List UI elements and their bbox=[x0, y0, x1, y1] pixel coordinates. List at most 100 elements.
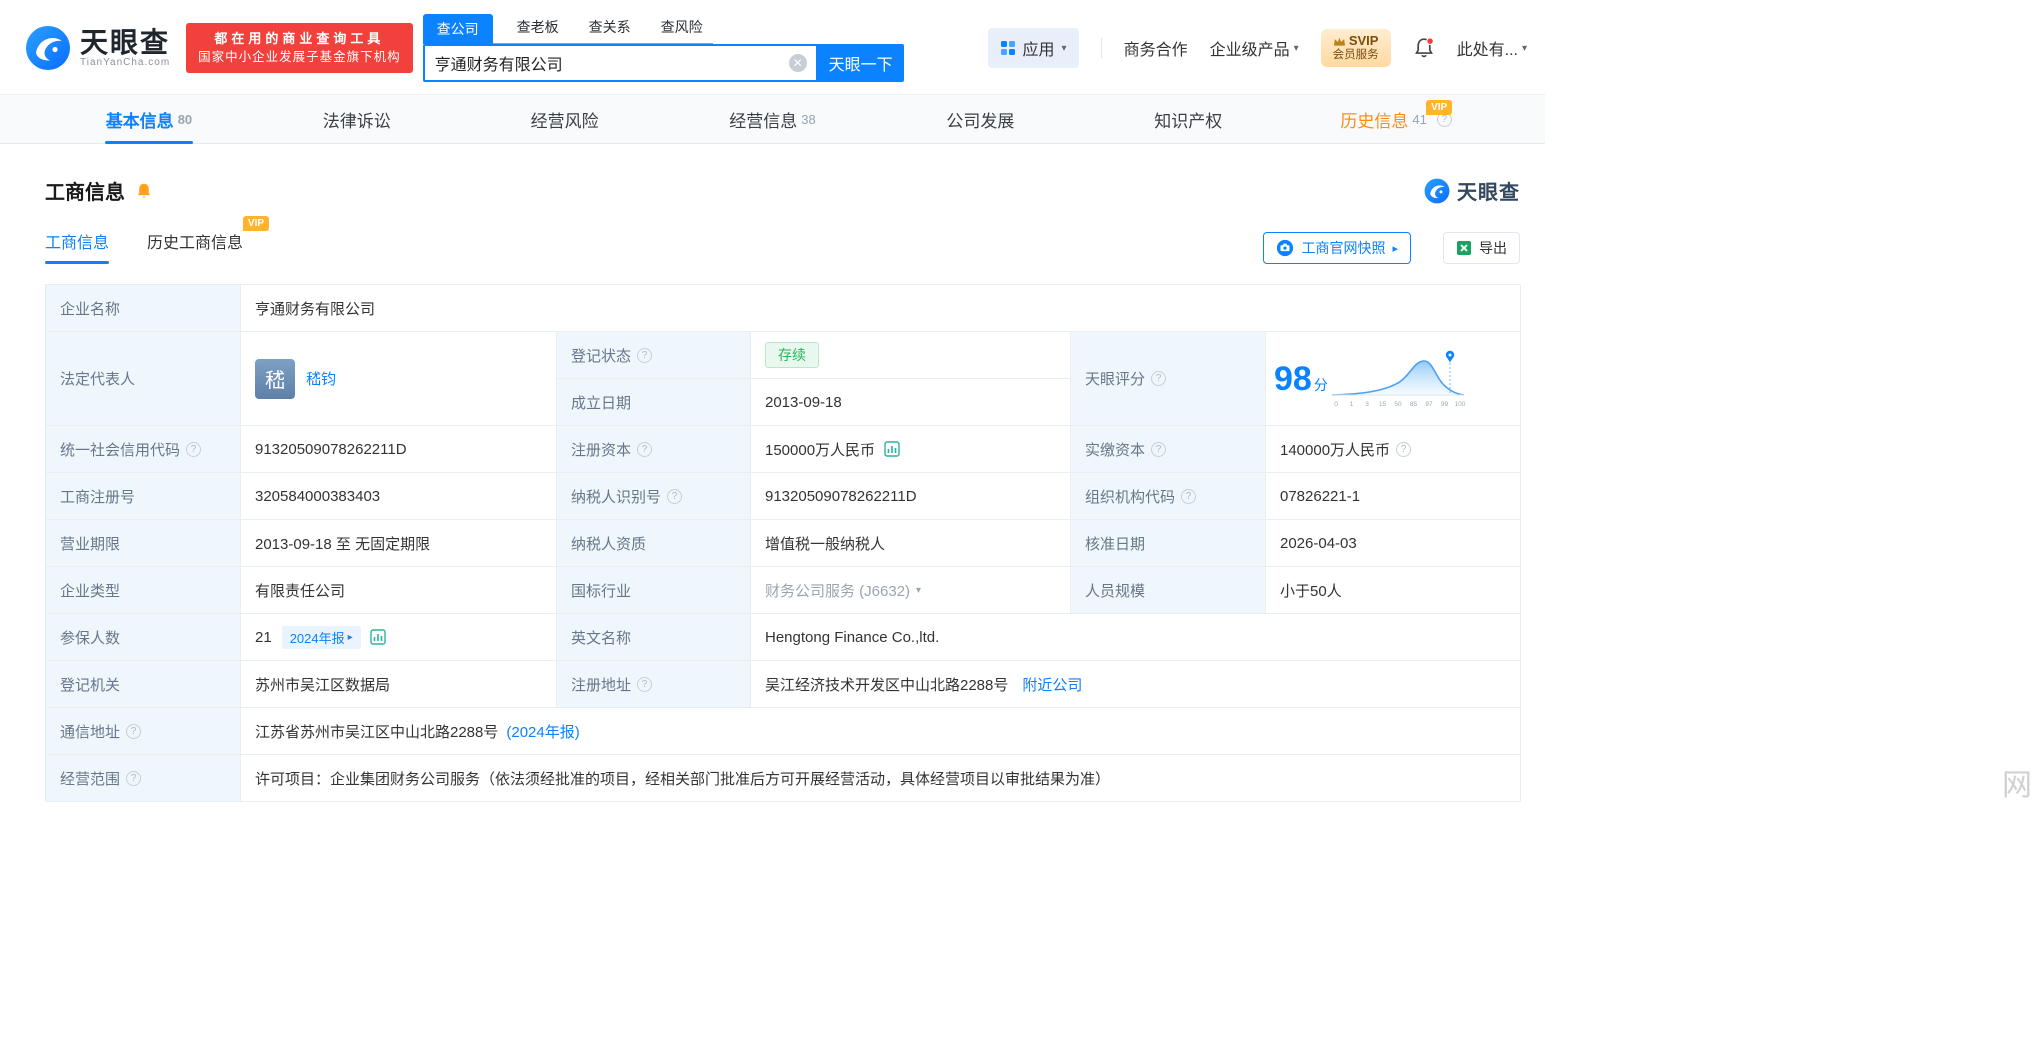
value-company-name: 亨通财务有限公司 bbox=[241, 285, 1521, 332]
help-icon[interactable]: ? bbox=[126, 770, 142, 786]
svip-sub-label: 会员服务 bbox=[1332, 48, 1379, 61]
help-icon[interactable]: ? bbox=[186, 441, 202, 457]
apps-grid-icon bbox=[1000, 41, 1015, 55]
value-registration-authority: 苏州市吴江区数据局 bbox=[241, 661, 557, 708]
label-company-type: 企业类型 bbox=[46, 567, 241, 614]
search-tabs: 查公司 查老板 查关系 查风险 bbox=[422, 14, 904, 44]
value-insured-count: 21 2024年报 ▸ bbox=[241, 614, 557, 661]
value-registration-number: 320584000383403 bbox=[241, 473, 557, 520]
label-registration-number: 工商注册号 bbox=[46, 473, 241, 520]
label-taxpayer-quality: 纳税人资质 bbox=[557, 520, 751, 567]
value-mailing-address: 江苏省苏州市吴江区中山北路2288号 (2024年报) bbox=[241, 708, 1521, 755]
image-watermark: 网 bbox=[2002, 769, 2032, 802]
subtab-history-business-info[interactable]: VIP 历史工商信息 bbox=[147, 216, 270, 264]
value-organization-code: 07826221-1 bbox=[1266, 473, 1521, 520]
tianyancha-page: 天眼查 TianYanCha.com 都在用的商业查询工具 国家中小企业发展子基… bbox=[0, 0, 1545, 802]
help-icon[interactable]: ? bbox=[1151, 441, 1167, 457]
chevron-down-icon: ▾ bbox=[1061, 42, 1067, 54]
nav-cooperation[interactable]: 商务合作 bbox=[1124, 36, 1188, 60]
apps-button[interactable]: 应用 ▾ bbox=[987, 28, 1079, 68]
subscribe-button[interactable] bbox=[135, 182, 153, 200]
search-input[interactable] bbox=[424, 54, 789, 72]
label-paid-capital: 实缴资本 ? bbox=[1071, 426, 1266, 473]
brand-text: 天眼查 bbox=[1457, 182, 1520, 204]
help-icon[interactable]: ? bbox=[667, 488, 683, 504]
help-icon[interactable]: ? bbox=[1181, 488, 1197, 504]
promo-banner: 都在用的商业查询工具 国家中小企业发展子基金旗下机构 bbox=[186, 22, 413, 74]
nav-enterprise[interactable]: 企业级产品 ▾ bbox=[1210, 36, 1299, 60]
search-button[interactable]: 天眼一下 bbox=[817, 44, 904, 82]
search-tab-company[interactable]: 查公司 bbox=[422, 14, 493, 44]
insured-change-icon[interactable] bbox=[369, 629, 386, 645]
business-info-table: 企业名称 亨通财务有限公司 法定代表人 嵇 嵇钧 登记状态 ? 存续 天眼评分 … bbox=[45, 284, 1521, 802]
tab-basic-info[interactable]: 基本信息 80 bbox=[45, 95, 253, 143]
svg-text:15: 15 bbox=[1379, 401, 1387, 408]
search-tab-boss[interactable]: 查老板 bbox=[517, 17, 559, 37]
help-icon[interactable]: ? bbox=[1396, 441, 1412, 457]
svip-member-button[interactable]: SVIP 会员服务 bbox=[1320, 29, 1391, 67]
vip-badge: VIP bbox=[242, 216, 270, 231]
user-menu[interactable]: 此处有... ▾ bbox=[1457, 36, 1527, 60]
header: 天眼查 TianYanCha.com 都在用的商业查询工具 国家中小企业发展子基… bbox=[0, 0, 1545, 94]
label-legal-representative: 法定代表人 bbox=[46, 332, 241, 426]
tab-operating-risk[interactable]: 经营风险 bbox=[461, 95, 669, 143]
tab-operating-info[interactable]: 经营信息 38 bbox=[669, 95, 877, 143]
search-area: 查公司 查老板 查关系 查风险 ✕ 天眼一下 bbox=[422, 14, 904, 82]
arrow-right-icon: ▸ bbox=[347, 631, 353, 643]
label-registration-status: 登记状态 ? bbox=[557, 332, 751, 379]
label-approval-date: 核准日期 bbox=[1071, 520, 1266, 567]
help-icon[interactable]: ? bbox=[637, 676, 653, 692]
excel-icon bbox=[1457, 241, 1471, 255]
label-tianyan-score: 天眼评分 ? bbox=[1071, 332, 1266, 426]
svg-text:1: 1 bbox=[1350, 401, 1354, 408]
value-tianyan-score[interactable]: 98 分 0 1 3 15 50 85 97 99 100 bbox=[1266, 332, 1521, 426]
chevron-down-icon[interactable]: ▾ bbox=[916, 585, 921, 596]
legal-rep-name-link[interactable]: 嵇钧 bbox=[306, 368, 336, 389]
crown-icon bbox=[1333, 37, 1345, 46]
subtab-business-info[interactable]: 工商信息 bbox=[45, 229, 110, 264]
annual-report-tag[interactable]: 2024年报 ▸ bbox=[281, 625, 361, 649]
legal-rep-avatar[interactable]: 嵇 bbox=[255, 358, 295, 399]
export-button[interactable]: 导出 bbox=[1443, 232, 1520, 264]
tab-company-development[interactable]: 公司发展 bbox=[876, 95, 1084, 143]
section-title: 工商信息 bbox=[45, 182, 125, 204]
capital-change-icon[interactable] bbox=[884, 441, 900, 457]
tianyancha-logo-icon bbox=[26, 26, 70, 70]
label-registration-authority: 登记机关 bbox=[46, 661, 241, 708]
label-taxpayer-id: 纳税人识别号 ? bbox=[557, 473, 751, 520]
search-tab-risk[interactable]: 查风险 bbox=[661, 17, 703, 37]
value-taxpayer-quality: 增值税一般纳税人 bbox=[751, 520, 1071, 567]
snapshot-camera-icon bbox=[1277, 239, 1294, 257]
nearby-companies-link[interactable]: 附近公司 bbox=[1022, 674, 1082, 695]
logo-en-text: TianYanCha.com bbox=[80, 57, 171, 69]
search-box: ✕ bbox=[422, 44, 818, 82]
promo-line1: 都在用的商业查询工具 bbox=[214, 30, 385, 46]
label-industry: 国标行业 bbox=[557, 567, 751, 614]
svg-text:0: 0 bbox=[1334, 401, 1338, 408]
label-english-name: 英文名称 bbox=[557, 614, 751, 661]
label-insured-count: 参保人数 bbox=[46, 614, 241, 661]
search-tab-relation[interactable]: 查关系 bbox=[589, 17, 631, 37]
help-icon[interactable]: ? bbox=[637, 347, 653, 363]
label-credit-code: 统一社会信用代码 ? bbox=[46, 426, 241, 473]
tab-legal[interactable]: 法律诉讼 bbox=[253, 95, 461, 143]
help-icon[interactable]: ? bbox=[126, 723, 142, 739]
clear-search-icon[interactable]: ✕ bbox=[788, 54, 807, 72]
help-icon[interactable]: ? bbox=[1151, 371, 1167, 386]
svg-text:3: 3 bbox=[1365, 401, 1369, 408]
official-snapshot-button[interactable]: 工商官网快照 ▸ bbox=[1263, 232, 1411, 264]
annual-report-link[interactable]: (2024年报) bbox=[506, 721, 579, 742]
label-staff-scale: 人员规模 bbox=[1071, 567, 1266, 614]
help-icon[interactable]: ? bbox=[637, 441, 653, 457]
apps-label: 应用 bbox=[1022, 42, 1055, 59]
svg-text:97: 97 bbox=[1425, 401, 1433, 408]
score-unit: 分 bbox=[1313, 376, 1328, 393]
section-header: 工商信息 天眼查 bbox=[45, 176, 1520, 205]
tab-intellectual-property[interactable]: 知识产权 bbox=[1084, 95, 1292, 143]
tab-history-info[interactable]: VIP 历史信息 41 ? bbox=[1292, 95, 1500, 143]
site-logo[interactable]: 天眼查 TianYanCha.com bbox=[25, 25, 170, 71]
header-nav: 应用 ▾ 商务合作 企业级产品 ▾ SVIP 会员服务 此处有... ▾ bbox=[987, 28, 1535, 68]
chevron-down-icon: ▾ bbox=[1293, 42, 1299, 54]
divider bbox=[1100, 38, 1102, 58]
notifications-button[interactable] bbox=[1413, 37, 1435, 59]
